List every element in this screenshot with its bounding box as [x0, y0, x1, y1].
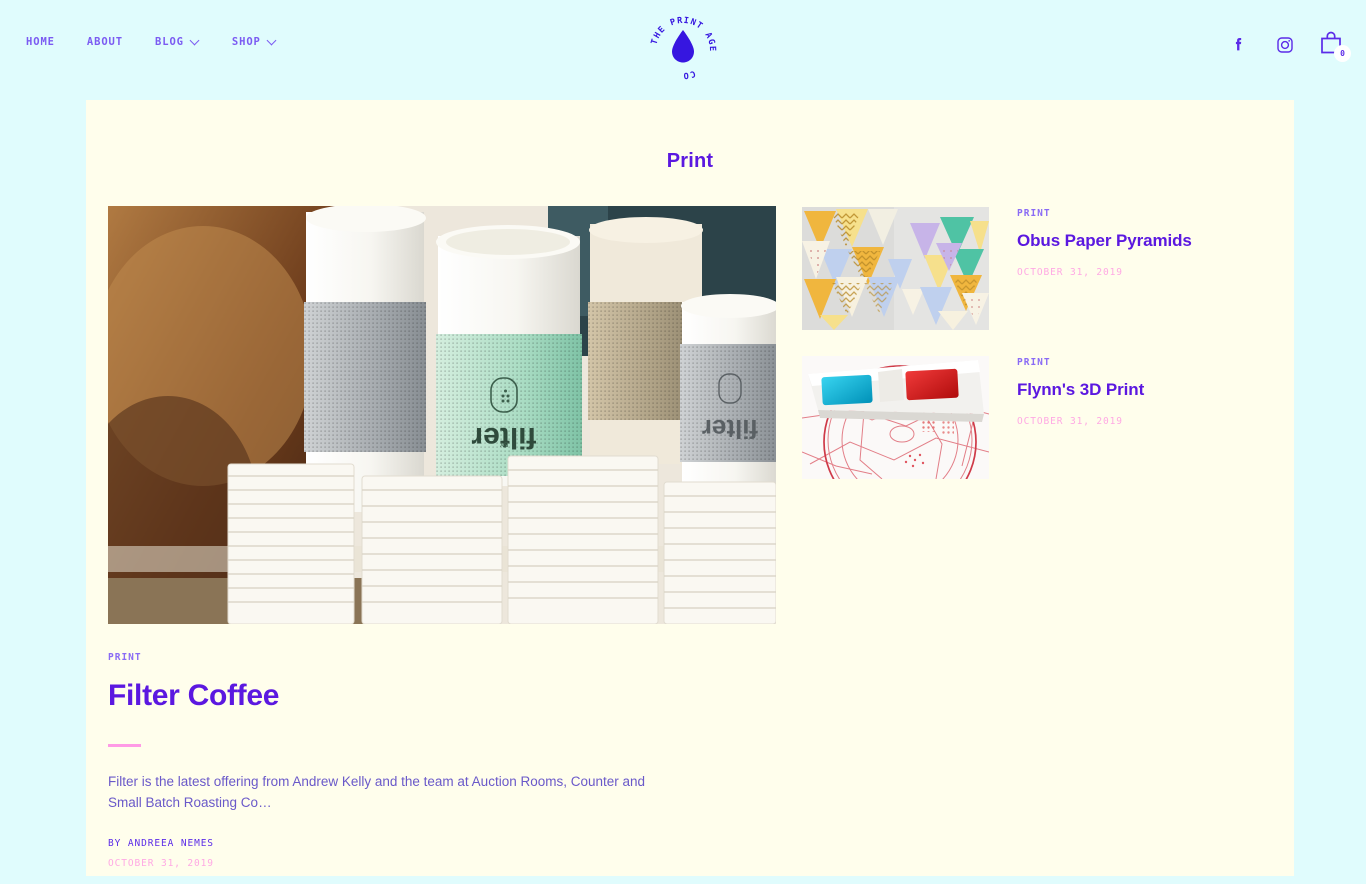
featured-publish-date: OCTOBER 31, 2019	[108, 858, 214, 870]
list-item: PRINT Flynn's 3D Print OCTOBER 31, 2019	[802, 356, 1272, 479]
featured-article-excerpt: Filter is the latest offering from Andre…	[108, 773, 646, 811]
svg-text:BY: BY	[499, 440, 508, 448]
svg-text:CO: CO	[682, 68, 697, 80]
header-icon-group: 0	[1226, 30, 1351, 62]
main-navigation: HOME ABOUT BLOG SHOP	[22, 34, 281, 50]
featured-article-title[interactable]: Filter Coffee	[108, 679, 776, 714]
nav-item-label: ABOUT	[86, 36, 123, 48]
site-header: HOME ABOUT BLOG SHOP THE PRINT AGENCY CO	[0, 0, 1366, 88]
instagram-icon[interactable]	[1272, 32, 1298, 58]
post-text-block: PRINT Flynn's 3D Print OCTOBER 31, 2019	[1017, 356, 1144, 479]
chevron-down-icon	[191, 37, 200, 46]
featured-article: filter BY filter PRINT Filter Coffee Fil…	[108, 206, 776, 869]
list-item: PRINT Obus Paper Pyramids OCTOBER 31, 20…	[802, 207, 1272, 330]
post-thumbnail-image[interactable]	[802, 356, 989, 479]
facebook-icon[interactable]	[1226, 32, 1252, 58]
nav-item-shop[interactable]: SHOP	[228, 34, 281, 50]
content-layout: filter BY filter PRINT Filter Coffee Fil…	[108, 206, 1272, 869]
post-thumbnail-image[interactable]	[802, 207, 989, 330]
title-divider	[108, 743, 141, 747]
nav-item-label: SHOP	[231, 36, 261, 48]
post-category-label[interactable]: PRINT	[1017, 357, 1144, 368]
cart-count-badge: 0	[1334, 45, 1351, 62]
related-posts-sidebar: PRINT Obus Paper Pyramids OCTOBER 31, 20…	[802, 206, 1272, 869]
page-title: Print	[666, 150, 714, 172]
byline-prefix: BY	[108, 838, 122, 850]
nav-item-home[interactable]: HOME	[22, 34, 59, 50]
post-publish-date: OCTOBER 31, 2019	[1017, 267, 1123, 278]
nav-item-about[interactable]: ABOUT	[83, 34, 127, 50]
featured-byline: BY ANDREEA NEMES	[108, 838, 776, 849]
post-title[interactable]: Flynn's 3D Print	[1017, 380, 1144, 400]
chevron-down-icon	[268, 37, 277, 46]
featured-article-image[interactable]: filter BY filter	[108, 206, 776, 624]
post-category-label[interactable]: PRINT	[1017, 208, 1192, 219]
svg-text:filter: filter	[471, 421, 536, 454]
nav-item-label: HOME	[26, 36, 55, 48]
nav-item-label: BLOG	[155, 36, 184, 48]
post-text-block: PRINT Obus Paper Pyramids OCTOBER 31, 20…	[1017, 207, 1192, 330]
cart-button[interactable]: 0	[1318, 30, 1351, 62]
featured-category-label[interactable]: PRINT	[108, 652, 776, 663]
post-title[interactable]: Obus Paper Pyramids	[1017, 231, 1192, 251]
content-panel: Print filter BY filter PRINT Filter Coff…	[86, 100, 1294, 876]
post-publish-date: OCTOBER 31, 2019	[1017, 416, 1123, 427]
author-link[interactable]: ANDREEA NEMES	[128, 838, 214, 849]
nav-item-blog[interactable]: BLOG	[151, 34, 204, 50]
site-logo[interactable]: THE PRINT AGENCY CO	[646, 8, 720, 82]
svg-text:filter: filter	[702, 414, 758, 444]
